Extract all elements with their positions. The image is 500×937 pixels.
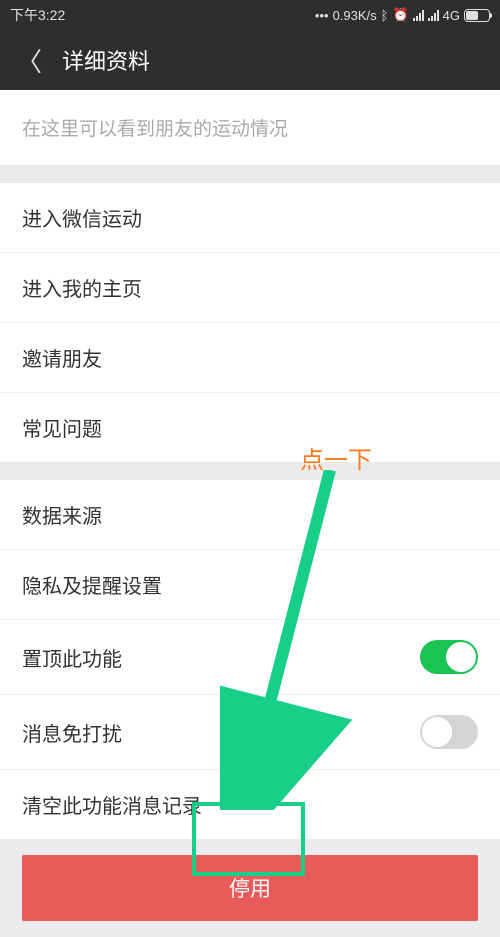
signal-icon-1 [413,9,424,21]
bluetooth-icon: ᛒ [381,8,389,23]
network-type: 4G [443,8,460,23]
network-speed: 0.93K/s [333,8,377,23]
navigation-section: 进入微信运动 进入我的主页 邀请朋友 常见问题 [0,183,500,462]
status-bar: 下午3:22 ••• 0.93K/s ᛒ ⏰ 4G [0,0,500,30]
annotation-label: 点一下 [300,440,372,475]
back-icon[interactable]: 〈 [16,42,42,79]
header: 〈 详细资料 [0,30,500,90]
clear-messages[interactable]: 清空此功能消息记录 [0,770,500,839]
mute-toggle[interactable] [420,715,478,749]
disable-button[interactable]: 停用 [22,855,478,921]
friend-activity-info: 在这里可以看到朋友的运动情况 [0,90,500,165]
button-container: 停用 [0,839,500,937]
enter-werun[interactable]: 进入微信运动 [0,183,500,253]
mute-notifications: 消息免打扰 [0,695,500,770]
alarm-icon: ⏰ [392,7,408,23]
status-indicators: ••• 0.93K/s ᛒ ⏰ 4G [315,7,490,23]
dots-icon: ••• [315,8,329,23]
page-title: 详细资料 [62,44,150,76]
info-text: 在这里可以看到朋友的运动情况 [22,119,288,140]
data-source[interactable]: 数据来源 [0,480,500,550]
privacy-reminder-settings[interactable]: 隐私及提醒设置 [0,550,500,620]
faq[interactable]: 常见问题 [0,393,500,462]
pin-toggle[interactable] [420,640,478,674]
invite-friends[interactable]: 邀请朋友 [0,323,500,393]
pin-function: 置顶此功能 [0,620,500,695]
battery-icon [464,9,490,22]
enter-my-homepage[interactable]: 进入我的主页 [0,253,500,323]
settings-section: 数据来源 隐私及提醒设置 置顶此功能 消息免打扰 清空此功能消息记录 [0,480,500,839]
signal-icon-2 [428,9,439,21]
status-time: 下午3:22 [10,5,65,25]
